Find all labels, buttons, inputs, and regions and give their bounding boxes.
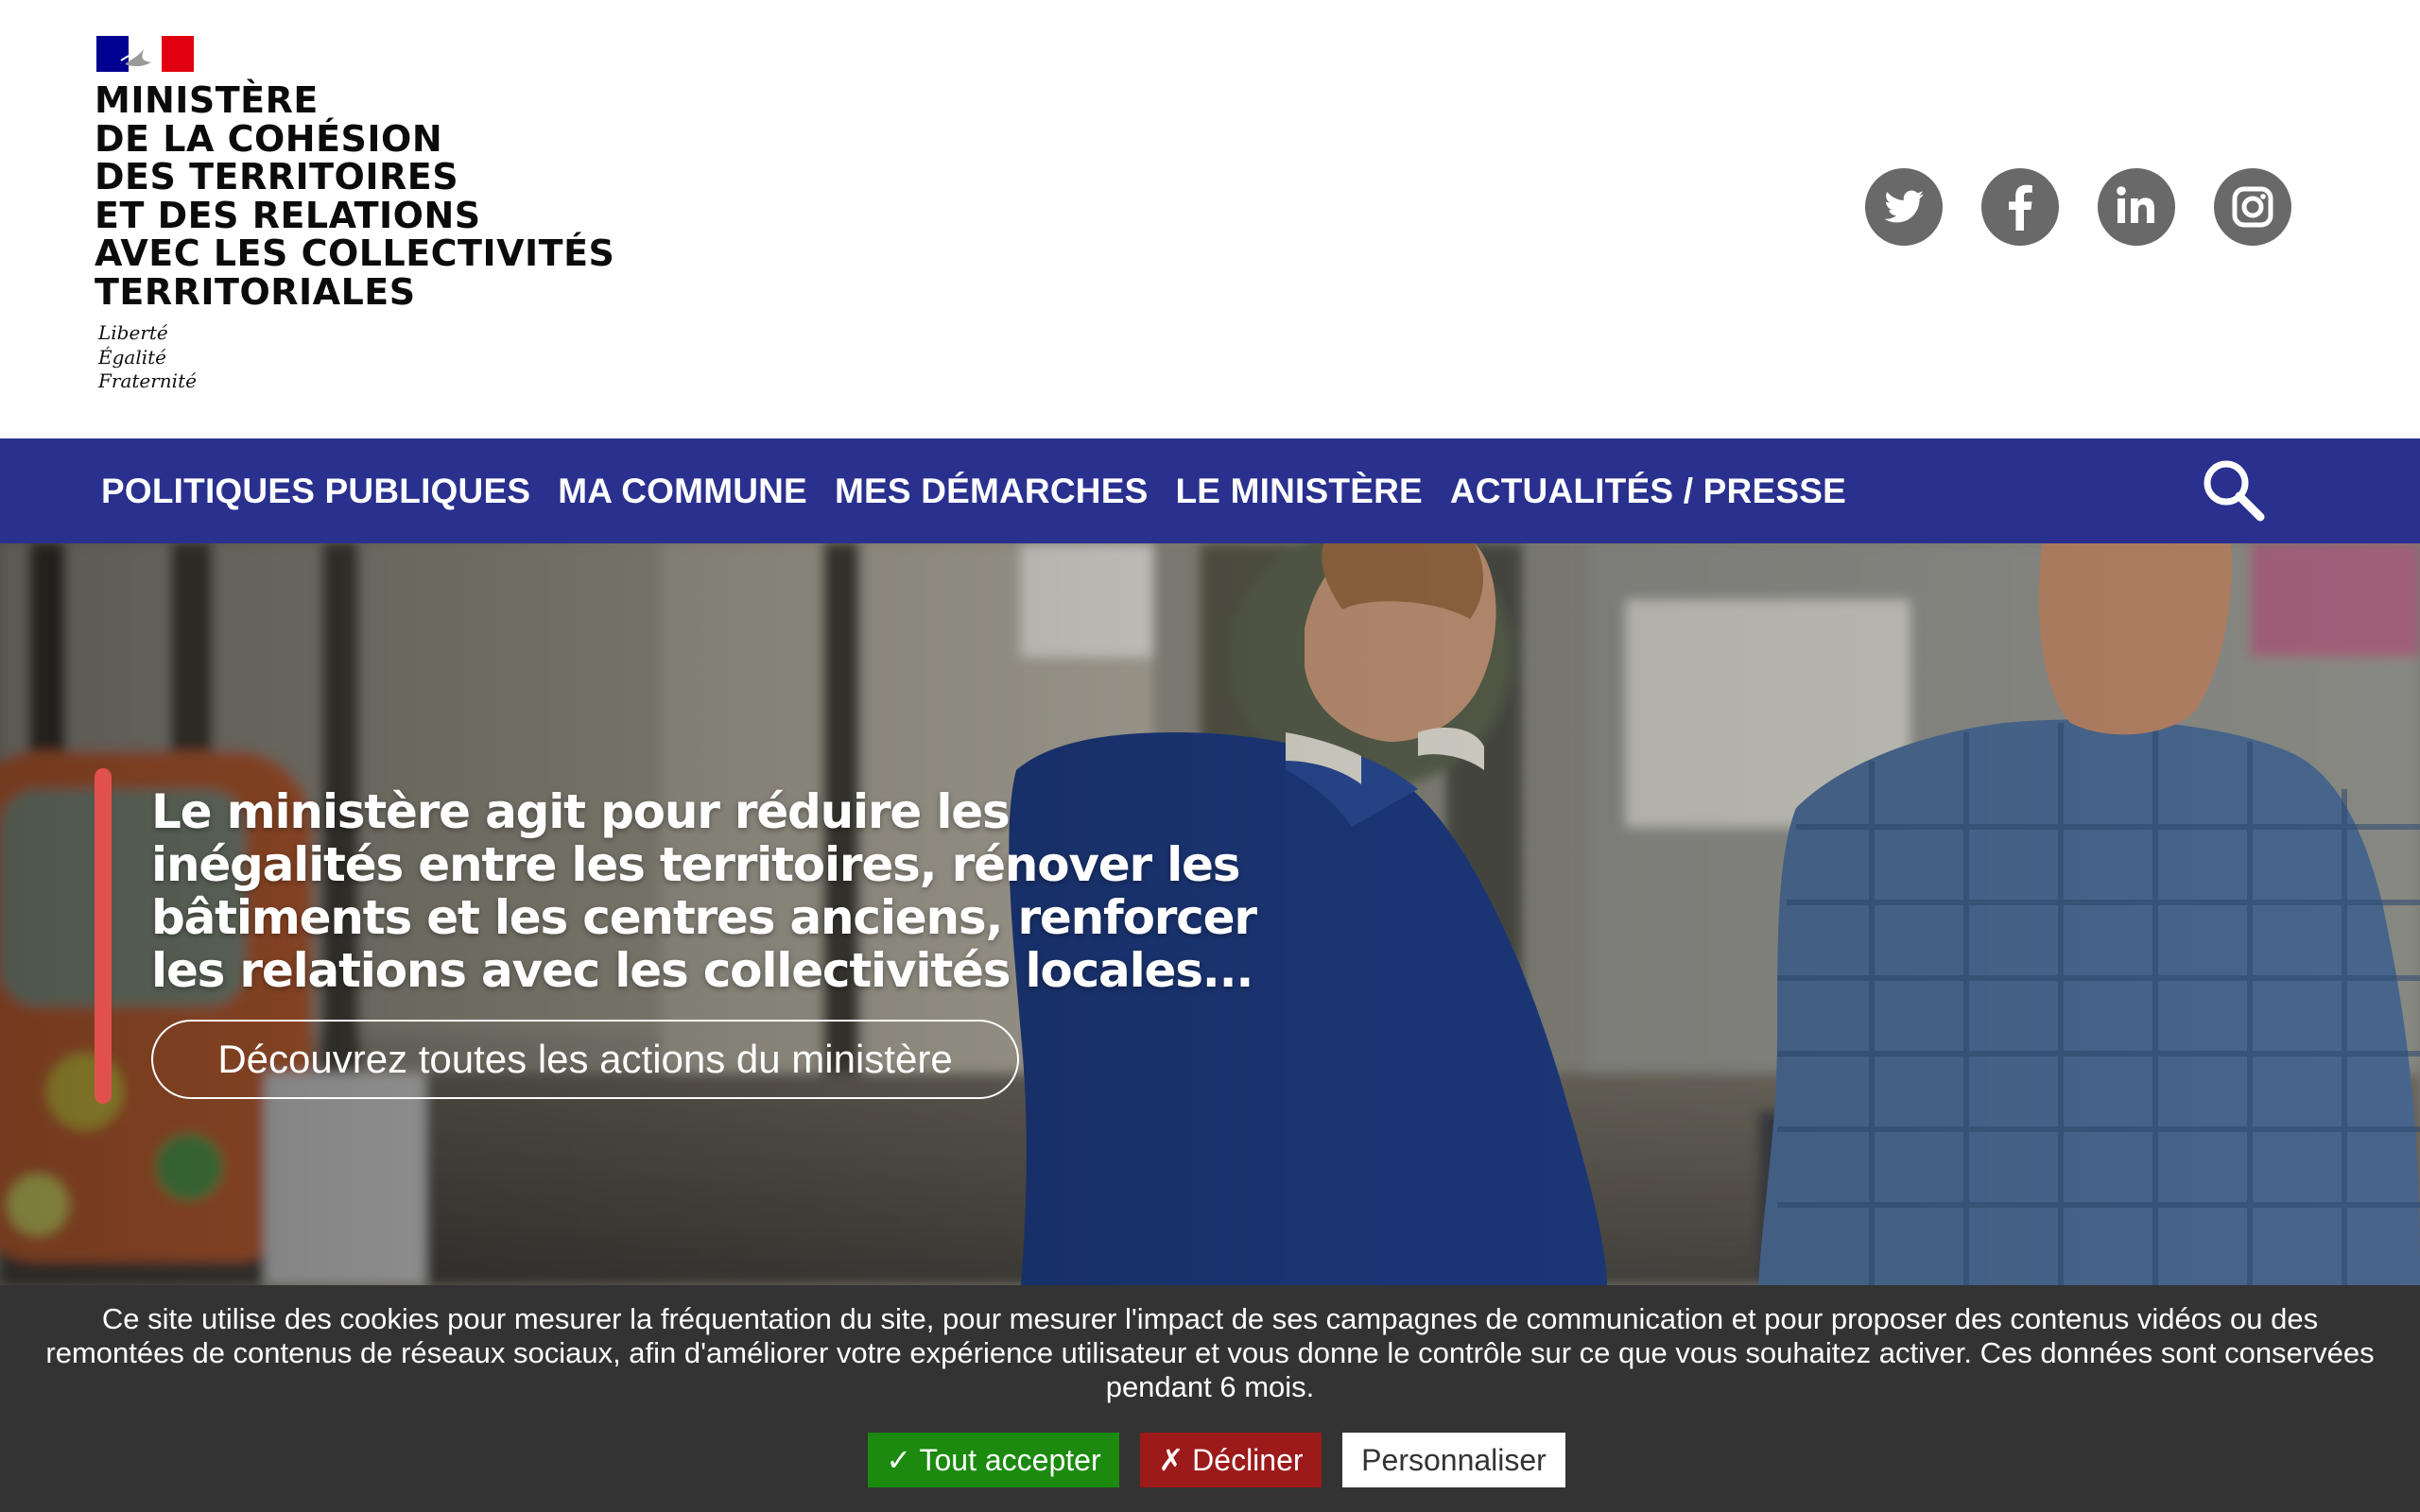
- ministry-name-line: MINISTÈRE: [95, 79, 319, 121]
- site-header: MINISTÈRE DE LA COHÉSION DES TERRITOIRES…: [0, 0, 2420, 438]
- nav-link-ma-commune[interactable]: MA COMMUNE: [558, 472, 807, 510]
- nav-item-mes-demarches: MES DÉMARCHES: [835, 472, 1149, 511]
- marianne-flag-icon: [96, 36, 194, 72]
- nav-link-mes-demarches[interactable]: MES DÉMARCHES: [835, 472, 1149, 510]
- main-nav: POLITIQUES PUBLIQUES MA COMMUNE MES DÉMA…: [0, 438, 2420, 543]
- facebook-link[interactable]: [1981, 168, 2059, 246]
- ministry-name-line: DE LA COHÉSION: [95, 117, 443, 160]
- nav-item-ma-commune: MA COMMUNE: [558, 472, 807, 511]
- nav-item-politiques-publiques: POLITIQUES PUBLIQUES: [101, 472, 530, 511]
- republic-motto: Liberté Égalité Fraternité: [98, 321, 197, 394]
- nav-item-actualites-presse: ACTUALITÉS / PRESSE: [1450, 472, 1846, 511]
- motto-line: Fraternité: [98, 369, 197, 392]
- ministry-name-line: TERRITORIALES: [95, 270, 416, 313]
- nav-link-actualites-presse[interactable]: ACTUALITÉS / PRESSE: [1450, 472, 1846, 510]
- decline-cookies-button[interactable]: ✗ Décliner: [1140, 1433, 1322, 1487]
- linkedin-icon: [2117, 186, 2154, 223]
- main-nav-list: POLITIQUES PUBLIQUES MA COMMUNE MES DÉMA…: [101, 438, 1874, 543]
- search-icon: [2204, 460, 2265, 522]
- accept-all-cookies-button[interactable]: ✓ Tout accepter: [868, 1433, 1119, 1487]
- facebook-icon: [2009, 184, 2032, 231]
- hero-banner: Le ministère agit pour réduire les inéga…: [0, 543, 2420, 1285]
- hero-accent-bar: [95, 768, 112, 1104]
- nav-link-le-ministere[interactable]: LE MINISTÈRE: [1175, 472, 1422, 510]
- ministry-name: MINISTÈRE DE LA COHÉSION DES TERRITOIRES…: [95, 81, 614, 311]
- customize-cookies-button[interactable]: Personnaliser: [1342, 1433, 1565, 1487]
- search-button[interactable]: [2201, 457, 2267, 524]
- cookie-banner: Ce site utilise des cookies pour mesurer…: [0, 1285, 2420, 1512]
- ministry-name-line: AVEC LES COLLECTIVITÉS: [95, 232, 615, 274]
- motto-line: Égalité: [98, 345, 166, 369]
- instagram-link[interactable]: [2214, 168, 2291, 246]
- ministry-logo-link[interactable]: MINISTÈRE DE LA COHÉSION DES TERRITOIRES…: [95, 36, 624, 395]
- twitter-link[interactable]: [1865, 168, 1943, 246]
- motto-line: Liberté: [98, 321, 168, 344]
- hero-headline: Le ministère agit pour réduire les inéga…: [151, 784, 1257, 998]
- discover-actions-button[interactable]: Découvrez toutes les actions du ministèr…: [151, 1020, 1019, 1099]
- twitter-icon: [1884, 190, 1924, 223]
- cookie-notice-text: Ce site utilise des cookies pour mesurer…: [45, 1302, 2375, 1403]
- linkedin-link[interactable]: [2098, 168, 2175, 246]
- ministry-name-line: DES TERRITOIRES: [95, 156, 459, 198]
- instagram-icon: [2232, 186, 2273, 228]
- nav-item-le-ministere: LE MINISTÈRE: [1175, 472, 1422, 511]
- nav-link-politiques-publiques[interactable]: POLITIQUES PUBLIQUES: [101, 472, 530, 510]
- ministry-name-line: ET DES RELATIONS: [95, 194, 481, 236]
